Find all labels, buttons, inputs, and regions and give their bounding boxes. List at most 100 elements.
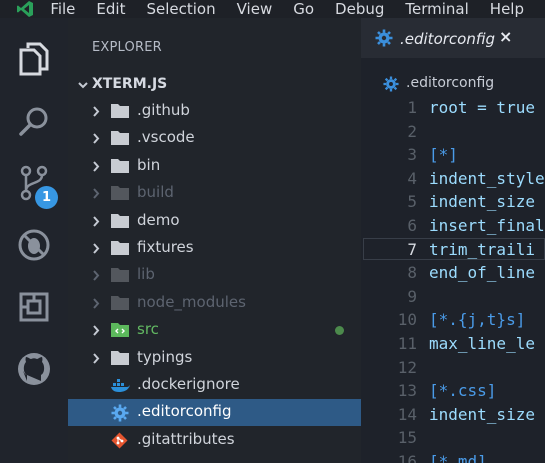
line-number: 8 (407, 263, 417, 283)
folder-name: XTERM.JS (92, 76, 168, 92)
tree-item-fixtures[interactable]: fixtures (68, 235, 361, 262)
modified-dot-icon (335, 326, 344, 336)
tree-item-label: lib (137, 265, 155, 284)
chevron-right-icon[interactable] (92, 161, 100, 172)
close-icon[interactable]: × (499, 27, 512, 46)
menu-selection[interactable]: Selection (146, 0, 215, 18)
line-number: 12 (397, 357, 417, 377)
menu-file[interactable]: File (50, 0, 75, 18)
code-line: 4 indent_style (361, 167, 545, 191)
tree-item-label: .gitattributes (137, 429, 235, 448)
line-text: insert_final (429, 216, 545, 235)
tree-item-label: .dockerignore (137, 375, 240, 393)
chevron-right-icon[interactable] (92, 133, 100, 145)
tree-item-lib[interactable]: lib (68, 262, 361, 289)
line-text: indent_size (429, 192, 535, 212)
tree-item-demo[interactable]: demo (68, 208, 361, 235)
line-text: [*.md] (429, 452, 487, 463)
tree-item-dot-github[interactable]: .github (68, 98, 361, 125)
chevron-right-icon[interactable] (92, 325, 100, 336)
chevron-right-icon[interactable] (92, 298, 100, 309)
git-icon (111, 432, 129, 449)
activity-bar: 1 (0, 18, 68, 463)
line-number: 10 (397, 310, 417, 330)
tree-item-bin[interactable]: bin (68, 153, 361, 180)
line-number: 13 (397, 381, 417, 401)
code-line: 15 (361, 426, 545, 450)
chevron-right-icon[interactable] (92, 215, 100, 227)
gear-icon (383, 76, 399, 92)
menu-go[interactable]: Go (293, 0, 314, 18)
tree-item-label: .github (137, 101, 190, 119)
code-line: 12 (361, 356, 545, 380)
extensions-icon[interactable] (0, 276, 68, 338)
chevron-right-icon[interactable] (92, 106, 100, 117)
tree-item-src[interactable]: src (68, 317, 361, 344)
chevron-right-icon[interactable] (92, 243, 100, 254)
tree-item-label: .editorconfig (137, 402, 232, 421)
line-text: [*] (429, 145, 458, 165)
search-icon[interactable] (0, 90, 68, 152)
tree-item-build[interactable]: build (68, 180, 361, 207)
breadcrumb[interactable]: .editorconfig (361, 74, 545, 96)
github-icon[interactable] (0, 338, 68, 400)
menu-help[interactable]: Help (490, 0, 524, 18)
folder-icon (111, 103, 129, 120)
debug-icon[interactable] (0, 214, 68, 276)
editor-area: .editorconfig × .editorconfig 1 root = tr… (361, 18, 545, 463)
tree-item-label: src (137, 320, 159, 339)
tree-item-label: node_modules (137, 292, 246, 311)
tree-item-label: typings (137, 347, 193, 366)
menu-edit[interactable]: Edit (96, 0, 125, 18)
chevron-right-icon[interactable] (92, 352, 100, 364)
folder-icon (111, 130, 129, 147)
tree-item-node-modules[interactable]: node_modules (68, 290, 361, 317)
tree-item-label: demo (137, 210, 180, 229)
folder-icon (111, 158, 129, 175)
line-number: 3 (407, 145, 417, 165)
line-text: indent_size (429, 404, 535, 424)
tree-item-typings[interactable]: typings (68, 345, 361, 372)
line-number: 11 (397, 334, 417, 353)
chevron-right-icon[interactable] (92, 188, 100, 199)
vscode-logo-icon (0, 0, 50, 18)
code-line: 1 root = true (361, 96, 545, 120)
tree-item-dot-editorconfig[interactable]: .editorconfig (68, 399, 361, 427)
line-number: 9 (407, 286, 417, 306)
tree-item-dot-dockerignore[interactable]: .dockerignore (68, 372, 361, 399)
tree-item-dot-vscode[interactable]: .vscode (68, 125, 361, 152)
code-line: 10 [*.{j,t}s] (361, 308, 545, 332)
tree-item-dot-gitattributes[interactable]: .gitattributes (68, 427, 361, 454)
folder-icon (111, 240, 129, 257)
code-line: 9 (361, 285, 545, 309)
folder-header[interactable]: XTERM.JS (68, 72, 361, 98)
line-text: max_line_le (429, 334, 535, 353)
line-number: 14 (397, 404, 417, 424)
line-text: [*.{j,t}s] (429, 310, 526, 330)
tree-item-label: fixtures (137, 238, 194, 256)
line-number: 16 (397, 452, 417, 463)
line-number: 1 (407, 98, 417, 117)
explorer-icon[interactable] (0, 28, 68, 90)
menu-debug[interactable]: Debug (335, 0, 384, 18)
line-number: 15 (397, 428, 417, 448)
chevron-right-icon[interactable] (92, 270, 100, 282)
folder-icon (111, 213, 129, 230)
breadcrumb-label: .editorconfig (406, 75, 495, 91)
menu-terminal[interactable]: Terminal (405, 0, 468, 18)
code-line: 5 indent_size (361, 190, 545, 214)
tree-item-label: bin (137, 155, 161, 174)
code-line: 6 insert_final (361, 214, 545, 238)
code-line: 7 trim_traili (361, 238, 545, 262)
line-number: 6 (407, 216, 417, 235)
line-number: 5 (407, 192, 417, 212)
source-control-icon[interactable] (0, 152, 68, 214)
explorer-panel: EXPLORER XTERM.JS .github .vscode bin build… (68, 18, 361, 463)
menu-view[interactable]: View (237, 0, 273, 18)
gear-icon (375, 29, 393, 47)
menu-bar: File Edit Selection View Go Debug Termin… (0, 0, 545, 18)
folder-icon (111, 185, 129, 202)
tab-editorconfig[interactable]: .editorconfig × (361, 18, 545, 58)
code-line: 3 [*] (361, 143, 545, 167)
tab-label: .editorconfig (400, 30, 496, 48)
